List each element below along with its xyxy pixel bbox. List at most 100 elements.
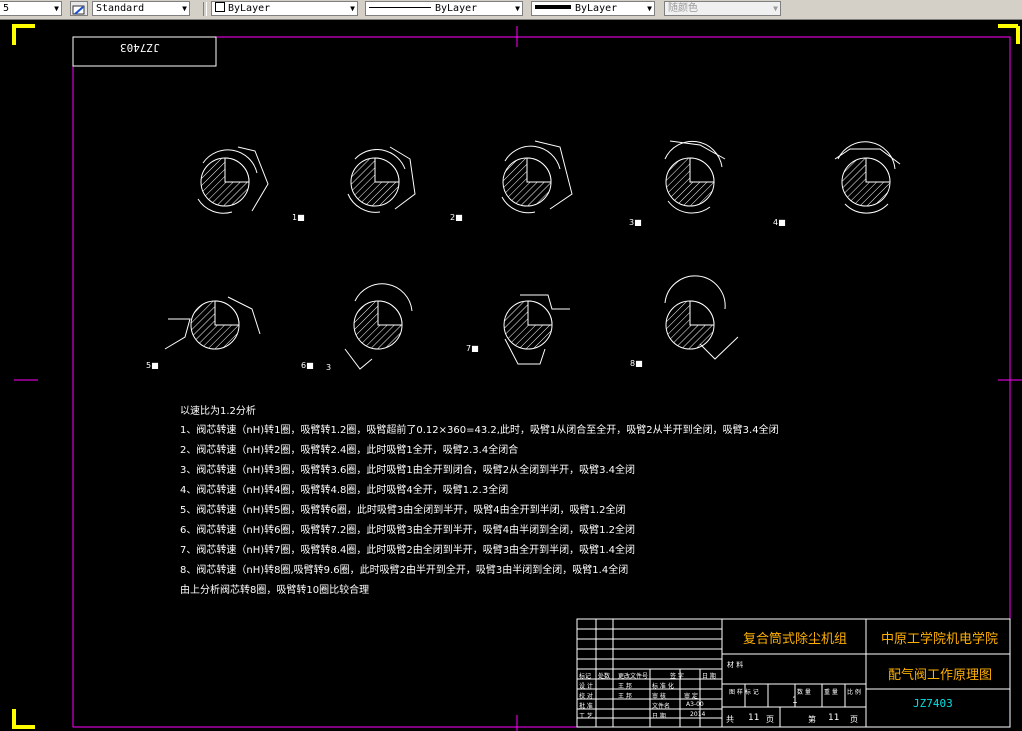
date-label: 日 期 (652, 713, 666, 720)
note-line: 8、阀芯转速（nH)转8圈,吸臂转9.6圈，此时吸臂2由半开到全开，吸臂3由半闭… (180, 565, 629, 576)
valve-figure (664, 140, 726, 214)
partial-style-value: 5 (3, 3, 10, 14)
figure-mark: ■ (297, 213, 305, 222)
figure-label-4: 4■ (773, 218, 786, 227)
figure-label-8: 8■ (630, 359, 643, 368)
plot-style-dropdown: 随颜色 ▼ (664, 1, 781, 16)
valve-figure (164, 296, 261, 350)
product-name: 复合筒式除尘机组 (743, 632, 848, 647)
institution-name: 中原工学院机电学院 (881, 632, 999, 647)
properties-toolbar: 5 ▼ Standard ▼ ByLayer ▼ ByLayer ▼ ByLay… (0, 0, 1022, 20)
process-label: 审 定 (684, 693, 698, 700)
approve-label: 批 准 (579, 703, 593, 710)
file-label: 文件名 (652, 703, 671, 710)
note-line: 4、阀芯转速（nH)转4圈，吸臂转4.8圈，此时吸臂4全开，吸臂1.2.3全闭 (180, 485, 509, 496)
figure-label-3: 3■ (629, 218, 642, 227)
figure-label-6: 6■ (301, 361, 314, 370)
review-label: 审 核 (652, 693, 666, 700)
note-line: 7、阀芯转速（nH)转7圈，吸臂转8.4圈，此时吸臂2由全闭到半开，吸臂3由全开… (180, 545, 636, 556)
linetype-sample-icon (369, 7, 431, 8)
revision-header-mark: 标记 (579, 673, 592, 680)
chevron-down-icon: ▼ (54, 4, 59, 13)
color-dropdown[interactable]: ByLayer ▼ (211, 1, 358, 16)
stage-header-mark: 图 样 标 记 (729, 689, 759, 696)
drawing-code: JZ7403 (913, 697, 953, 710)
drawing-frame (72, 36, 1011, 728)
chevron-down-icon: ▼ (773, 4, 778, 13)
sheet-no: 11 (828, 713, 840, 723)
figure-label-2: 2■ (450, 213, 463, 222)
figure-mark: ■ (306, 361, 314, 370)
note-line: 5、阀芯转速（nH)转5圈，吸臂转6圈，此时吸臂3由全闭到半开，吸臂4由全开到半… (180, 505, 626, 516)
stage-header-scale: 比 例 (847, 689, 861, 696)
designer-name: 王 邦 (618, 683, 632, 690)
checker-name: 王 邦 (618, 693, 632, 700)
check-label: 校 对 (579, 693, 593, 700)
revision-header-date: 日 期 (702, 673, 716, 680)
design-label: 设 计 (579, 683, 593, 690)
toolbar-separator (203, 2, 207, 16)
note-line: 3、阀芯转速（nH)转3圈，吸臂转3.6圈，此时吸臂1由全开到闭合，吸臂2从全闭… (180, 465, 636, 476)
revision-header-file: 更改文件号 (618, 673, 649, 680)
sheet-total: 11 (748, 713, 760, 723)
linetype-dropdown[interactable]: ByLayer ▼ (365, 1, 523, 16)
figure-mark: ■ (635, 359, 643, 368)
note-line: 以速比为1.2分析 (180, 406, 256, 417)
sheet-total-unit: 页 (766, 715, 774, 724)
stage-header-qty: 数 量 (797, 689, 811, 696)
chevron-down-icon: ▼ (515, 4, 520, 13)
valve-figure (347, 146, 416, 213)
linetype-value: ByLayer (435, 3, 478, 14)
standardization-label: 标 准 化 (652, 683, 674, 690)
color-value: ByLayer (228, 3, 271, 14)
valve-figure (664, 275, 739, 360)
chevron-down-icon: ▼ (647, 4, 652, 13)
figure-mark: ■ (455, 213, 463, 222)
note-line: 2、阀芯转速（nH)转2圈，吸臂转2.4圈，此时吸臂1全开，吸臂2.3.4全闭合 (180, 445, 519, 456)
sheet-no-unit: 页 (850, 715, 858, 724)
lineweight-dropdown[interactable]: ByLayer ▼ (531, 1, 655, 16)
drawing-svg (12, 24, 1022, 731)
figure-mark: ■ (151, 361, 159, 370)
color-swatch-icon (215, 2, 225, 12)
note-line: 由上分析阀芯转8圈，吸臂转10圈比较合理 (180, 585, 370, 596)
note-line: 6、阀芯转速（nH)转6圈，吸臂转7.2圈，此时吸臂3由全开到半开，吸臂4由半闭… (180, 525, 636, 536)
valve-figure (503, 294, 570, 365)
text-style-icon[interactable] (70, 1, 88, 16)
lineweight-value: ByLayer (575, 3, 618, 14)
material-label: 材 料 (727, 661, 744, 669)
valve-figure (501, 140, 573, 214)
text-style-dropdown[interactable]: Standard ▼ (92, 1, 190, 16)
valve-figure (197, 146, 269, 214)
drawing-canvas[interactable]: JZ7403 1■ 2■ 3■ 4■ 5■ 6■ 3 7■ 8■ 以速比为1.2… (0, 19, 1022, 731)
quantity-value: 1 (792, 696, 798, 706)
chevron-down-icon: ▼ (350, 4, 355, 13)
date-value: 2014 (690, 711, 706, 718)
mirrored-drawing-code: JZ7403 (120, 41, 160, 54)
figure-mark: ■ (778, 218, 786, 227)
revision-header-count: 处数 (598, 673, 611, 680)
figure-mark: ■ (634, 218, 642, 227)
figure-label-5: 5■ (146, 361, 159, 370)
corner-mark (12, 709, 35, 729)
drawing-title: 配气阀工作原理图 (888, 668, 993, 683)
sheet-no-label: 第 (808, 715, 816, 724)
valve-figure (344, 283, 413, 370)
partial-style-dropdown[interactable]: 5 ▼ (0, 1, 62, 16)
craft-label: 工 艺 (579, 713, 593, 720)
revision-header-sign: 签 字 (670, 673, 684, 680)
note-line: 1、阀芯转速（nH)转1圈，吸臂转1.2圈，吸臂超前了0.12×360=43.2… (180, 425, 779, 436)
figure-label-7: 7■ (466, 344, 479, 353)
corner-mark (12, 24, 35, 45)
plot-style-value: 随颜色 (668, 3, 698, 14)
figure-mark: ■ (471, 344, 479, 353)
valve-figure (834, 141, 901, 214)
stage-header-weight: 重 量 (824, 689, 838, 696)
figure-label-1: 1■ (292, 213, 305, 222)
file-value: A3-00 (686, 701, 704, 708)
text-style-value: Standard (96, 3, 145, 14)
stray-label: 3 (326, 363, 332, 372)
sheet-total-label: 共 (726, 715, 734, 724)
lineweight-sample-icon (535, 5, 571, 9)
chevron-down-icon: ▼ (182, 4, 187, 13)
